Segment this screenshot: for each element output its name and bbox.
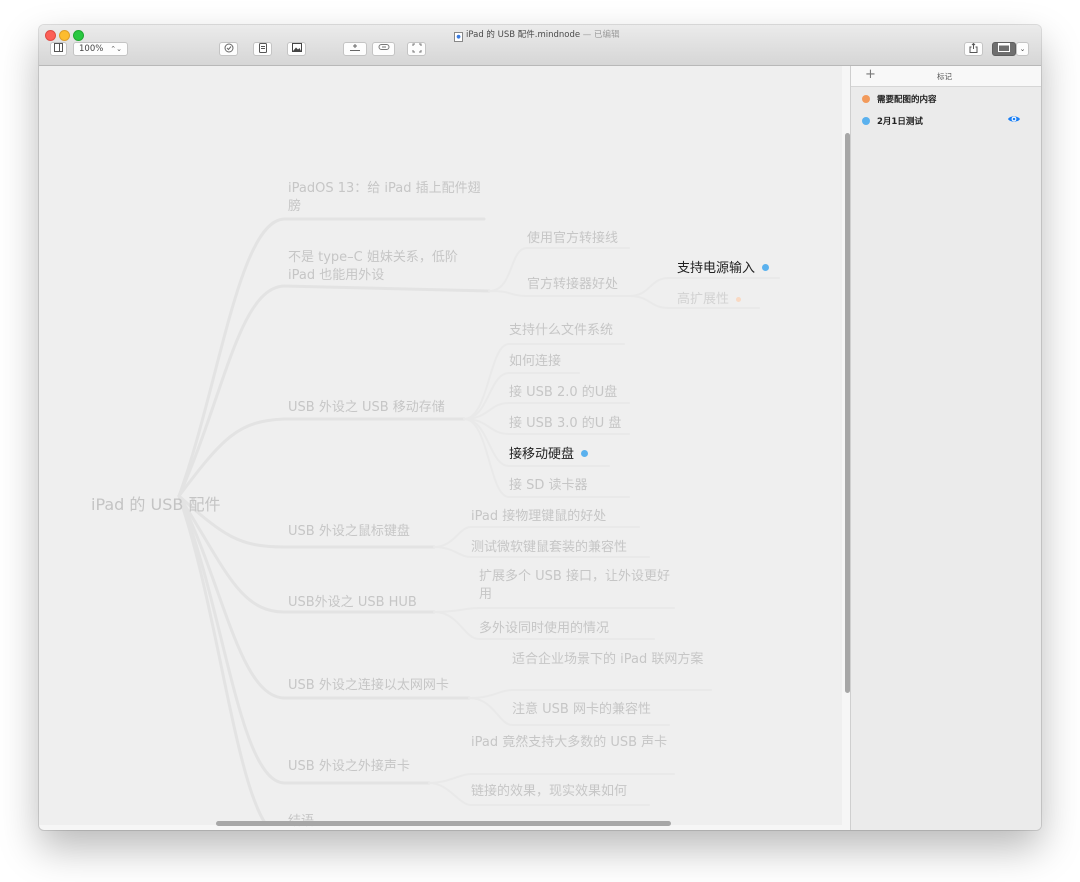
mindmap-node[interactable]: USB 外设之 USB 移动存储 [288, 399, 445, 417]
mindmap-node[interactable]: USB 外设之连接以太网网卡 [288, 677, 449, 695]
tag-color-dot [862, 95, 870, 103]
mindmap-node[interactable]: 多外设同时使用的情况 [479, 620, 609, 638]
mindmap-root-node[interactable]: iPad 的 USB 配件 [91, 496, 220, 514]
mindmap-node[interactable]: USB外设之 USB HUB [288, 594, 417, 612]
tags-sidebar: + 标记 需要配图的内容 2月1日测试 [850, 66, 1041, 830]
link-icon [378, 44, 389, 50]
horizontal-scrollbar[interactable] [216, 821, 671, 826]
mindmap-node[interactable]: 接 USB 3.0 的U 盘 [509, 415, 621, 433]
mindmap-node-marked[interactable]: 高扩展性 [677, 291, 742, 309]
image-icon [291, 43, 302, 52]
sidebar-toggle-button[interactable] [50, 42, 67, 56]
add-cross-connection-button[interactable] [372, 42, 395, 56]
mindmap-node[interactable]: 链接的效果，现实效果如何 [471, 783, 627, 801]
focus-mode-button[interactable] [407, 42, 426, 56]
mindmap-node[interactable]: USB 外设之外接声卡 [288, 758, 410, 776]
tag-item[interactable]: 2月1日测试 [862, 115, 923, 127]
mindmap-node[interactable]: 接 USB 2.0 的U盘 [509, 384, 617, 402]
tag-dot-blue [581, 450, 589, 457]
updown-chevron-icon: ⌃⌄ [110, 45, 122, 53]
tag-item[interactable]: 需要配图的内容 [862, 93, 937, 105]
mindmap-node[interactable]: iPad 竟然支持大多数的 USB 声卡 [471, 734, 671, 752]
mindmap-node[interactable]: iPad 接物理键鼠的好处 [471, 508, 606, 526]
chevron-down-icon: ⌄ [1019, 45, 1026, 53]
mindmap-node[interactable]: USB 外设之鼠标键盘 [288, 523, 410, 541]
add-child-node-button[interactable] [343, 42, 367, 56]
tag-dot-blue [762, 264, 770, 271]
mindmap-node[interactable]: 使用官方转接线 [527, 230, 618, 248]
minimize-window-button[interactable] [59, 30, 70, 41]
window-title: ● iPad 的 USB 配件.mindnode — 已编辑 [454, 28, 620, 42]
sidebar-title: 标记 [937, 72, 952, 81]
share-button[interactable] [964, 42, 983, 56]
close-window-button[interactable] [45, 30, 56, 41]
mindmap-node[interactable]: 官方转接器好处 [527, 276, 618, 294]
tag-dot-orange [736, 297, 742, 302]
mindmap-canvas[interactable]: iPad 的 USB 配件 iPadOS 13：给 iPad 插上配件翅膀 不是… [39, 66, 842, 829]
mindmap-node-marked[interactable]: 接移动硬盘 [509, 446, 589, 464]
zoom-window-button[interactable] [73, 30, 84, 41]
add-child-node-icon [350, 44, 360, 51]
app-window: ● iPad 的 USB 配件.mindnode — 已编辑 100% ⌃⌄ ⌄… [39, 25, 1041, 830]
mindmap-node[interactable]: 接 SD 读卡器 [509, 477, 588, 495]
mindmap-node[interactable]: 适合企业场景下的 iPad 联网方案 [512, 651, 712, 669]
mindmap-node-marked[interactable]: 支持电源输入 [677, 260, 770, 278]
inspector-icon [998, 43, 1010, 52]
inspector-menu-button[interactable]: ⌄ [1016, 42, 1029, 56]
mindmap-node[interactable]: iPadOS 13：给 iPad 插上配件翅膀 [288, 180, 488, 216]
sidebar-icon [54, 43, 63, 52]
note-button[interactable] [253, 42, 272, 56]
expand-arrows-icon [412, 43, 421, 53]
share-icon [969, 43, 978, 53]
task-button[interactable] [219, 42, 238, 56]
mindmap-node[interactable]: 扩展多个 USB 接口，让外设更好用 [479, 568, 679, 604]
zoom-select[interactable]: 100% ⌃⌄ [73, 42, 128, 56]
eye-icon[interactable] [1007, 114, 1021, 124]
inspector-toggle-button[interactable] [992, 42, 1016, 56]
titlebar: ● iPad 的 USB 配件.mindnode — 已编辑 100% ⌃⌄ ⌄ [39, 25, 1041, 66]
note-icon [258, 43, 267, 53]
mindmap-node[interactable]: 如何连接 [509, 353, 561, 371]
checkmark-circle-icon [224, 43, 233, 53]
add-tag-button[interactable]: + [865, 68, 876, 82]
mindmap-node[interactable]: 测试微软键鼠套装的兼容性 [471, 539, 627, 557]
image-button[interactable] [287, 42, 306, 56]
mindmap-node[interactable]: 支持什么文件系统 [509, 322, 613, 340]
mindmap-node[interactable]: 不是 type–C 姐妹关系，低阶 iPad 也能用外设 [288, 249, 488, 285]
tag-color-dot [862, 117, 870, 125]
sidebar-header: + 标记 [851, 66, 1041, 87]
document-icon: ● [454, 32, 463, 42]
mindmap-node[interactable]: 注意 USB 网卡的兼容性 [512, 701, 651, 719]
